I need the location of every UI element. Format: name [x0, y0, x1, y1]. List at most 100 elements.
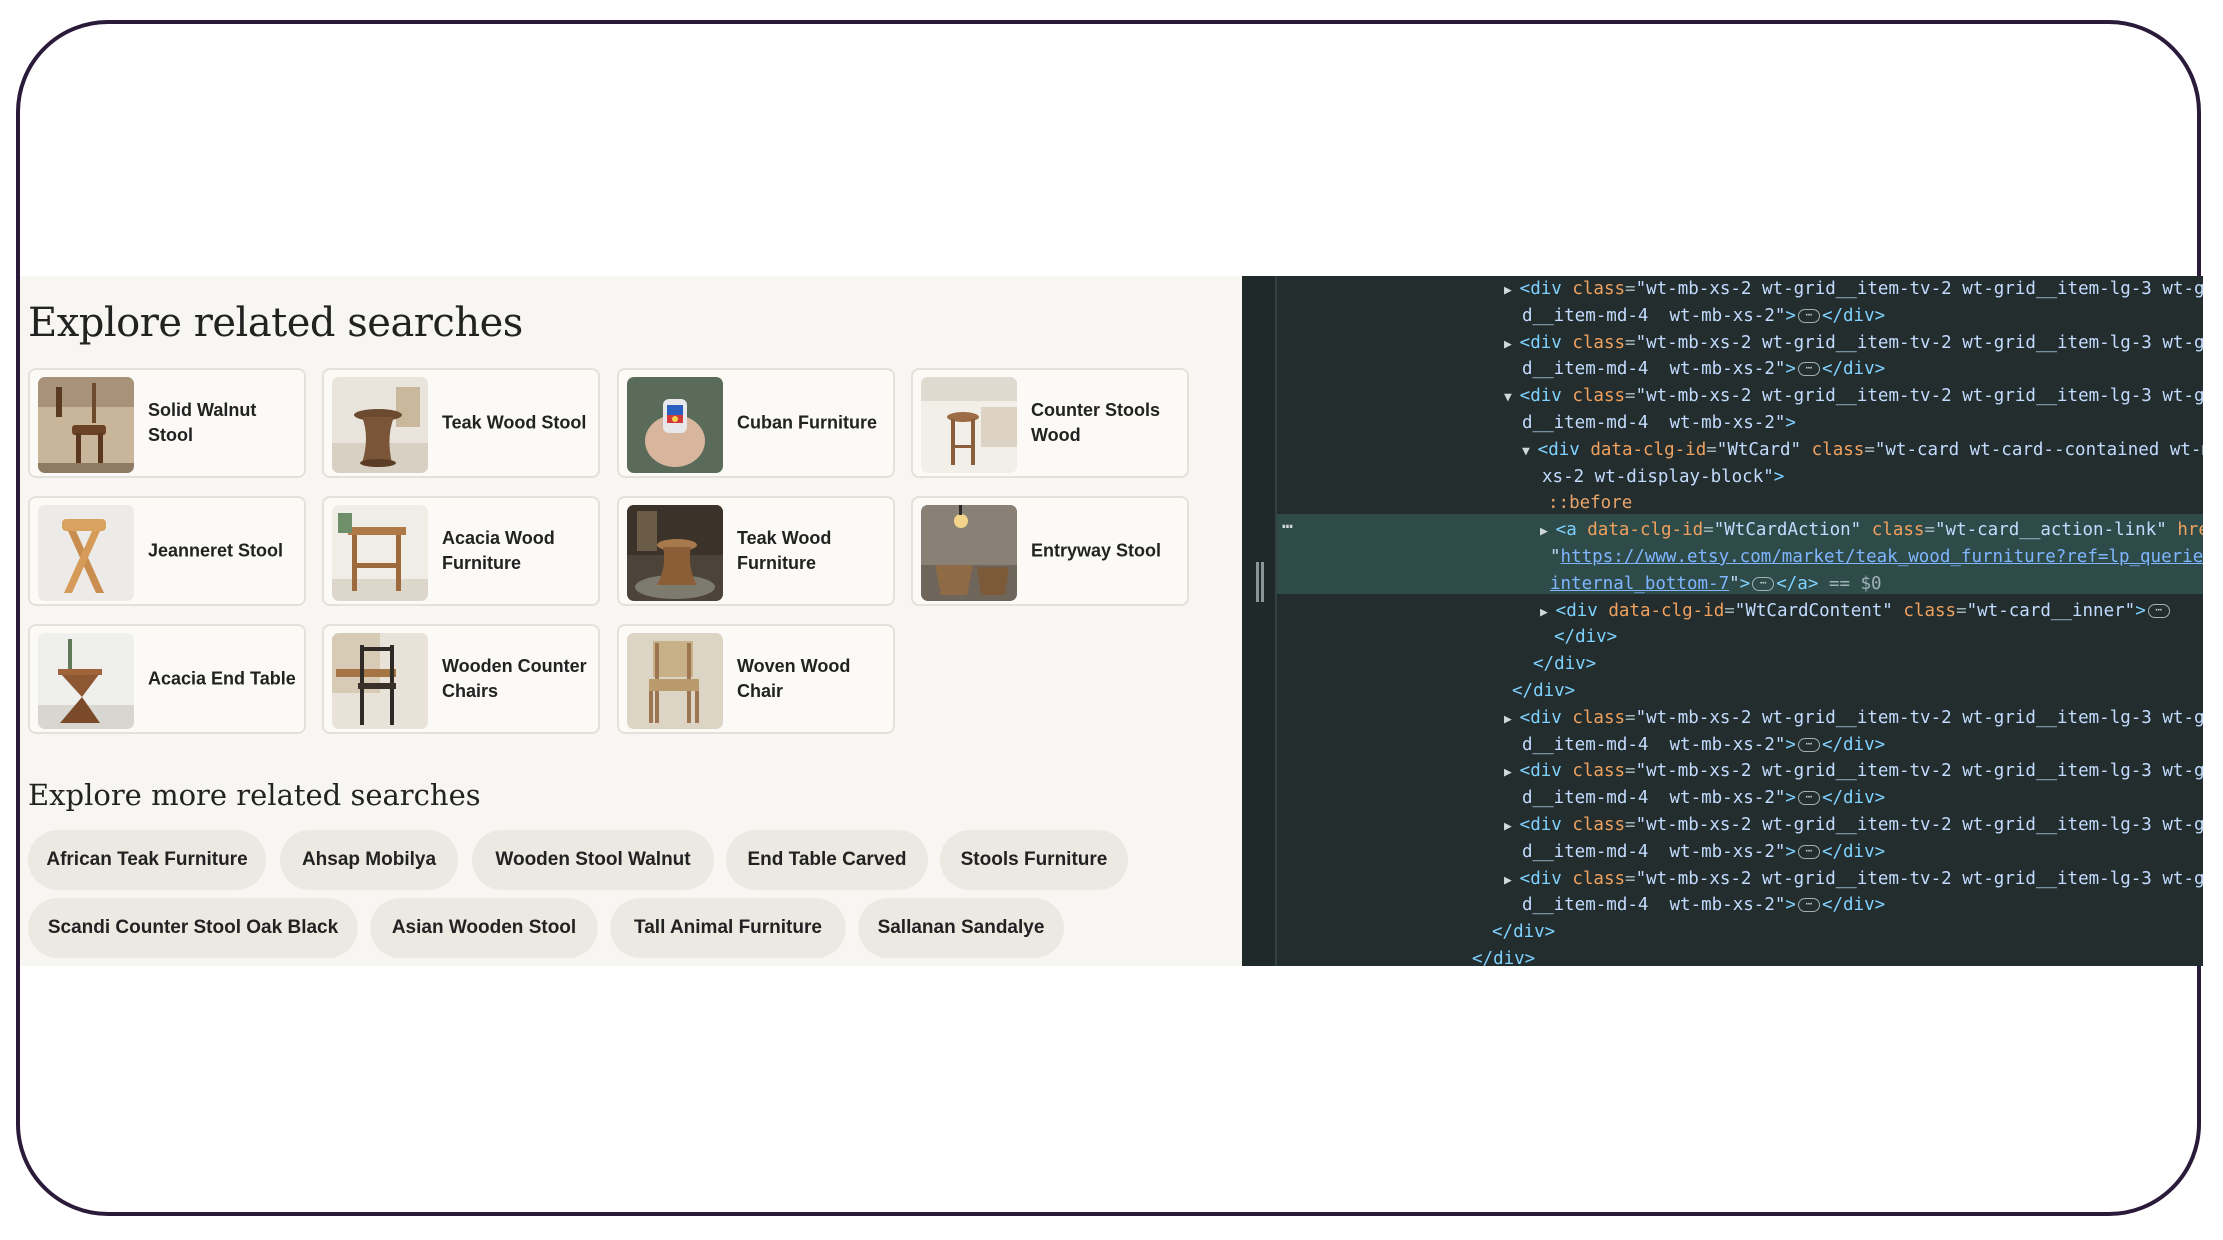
code-token: <div	[1519, 332, 1573, 353]
card-label: Acacia End Table	[148, 668, 296, 689]
dom-line[interactable]: ▶ <div class="wt-mb-xs-2 wt-grid__item-t…	[1504, 812, 2203, 840]
code-token: =	[1625, 761, 1636, 782]
dom-line[interactable]: ▶ <div class="wt-mb-xs-2 wt-grid__item-t…	[1504, 330, 2203, 358]
dom-line[interactable]: d__item-md-4 wt-mb-xs-2"> ⋯ </div>	[1522, 785, 1885, 811]
code-token: </div>	[1512, 681, 1576, 701]
search-chip[interactable]: Ahsap Mobilya	[280, 830, 458, 890]
collapsed-ellipsis-icon[interactable]: ⋯	[1797, 898, 1820, 913]
dom-line[interactable]: ::before	[1548, 490, 1632, 516]
card-label: Jeanneret Stool	[148, 540, 284, 561]
collapse-triangle-icon[interactable]: ▶	[1540, 605, 1556, 620]
dom-line[interactable]: d__item-md-4 wt-mb-xs-2"> ⋯ </div>	[1522, 303, 1885, 329]
collapsed-ellipsis-icon[interactable]: ⋯	[1752, 576, 1775, 591]
search-chip[interactable]: African Teak Furniture	[28, 830, 266, 890]
code-token: "wt-mb-xs-2 wt-grid__item-tv-2 wt-grid__…	[1635, 332, 2203, 353]
code-token: >	[2135, 600, 2146, 621]
code-token: d__item-md-4 wt-mb-xs-2"	[1522, 305, 1786, 326]
dom-line[interactable]: </div>	[1492, 919, 1555, 945]
dom-line[interactable]: d__item-md-4 wt-mb-xs-2"> ⋯ </div>	[1522, 892, 1885, 918]
code-token: class	[1811, 439, 1865, 460]
search-chip[interactable]: Wooden Stool Walnut	[472, 830, 714, 890]
related-card[interactable]: Teak Wood Furniture	[617, 496, 895, 606]
related-card[interactable]: Woven Wood Chair	[617, 624, 895, 734]
collapse-triangle-icon[interactable]: ▶	[1540, 524, 1556, 539]
devtools-elements-panel: … ▶ <div class="wt-mb-xs-2 wt-grid__item…	[1242, 276, 2203, 966]
code-token: =	[1924, 520, 1935, 541]
dom-line[interactable]: "https://www.etsy.com/market/teak_wood_f…	[1550, 544, 2203, 570]
collapsed-ellipsis-icon[interactable]: ⋯	[1797, 362, 1820, 377]
related-card[interactable]: Teak Wood Stool	[322, 368, 600, 478]
dom-line[interactable]: d__item-md-4 wt-mb-xs-2">	[1522, 410, 1796, 436]
dom-line[interactable]: ▶ <div data-clg-id="WtCardContent" class…	[1540, 598, 2172, 626]
related-card[interactable]: Counter Stools Wood	[911, 368, 1189, 478]
search-chip[interactable]: Tall Animal Furniture	[610, 898, 846, 958]
dom-line[interactable]: </div>	[1472, 946, 1535, 966]
collapsed-ellipsis-icon[interactable]: ⋯	[1797, 844, 1820, 859]
collapsed-ellipsis-icon[interactable]: ⋯	[2147, 603, 2170, 618]
collapse-triangle-icon[interactable]: ▶	[1504, 765, 1520, 780]
dom-line[interactable]: ▶ <a data-clg-id="WtCardAction" class="w…	[1540, 517, 2203, 545]
related-card[interactable]: Jeanneret Stool	[28, 496, 306, 606]
code-token: "wt-mb-xs-2 wt-grid__item-tv-2 wt-grid__…	[1635, 386, 2203, 407]
collapsed-ellipsis-icon[interactable]: ⋯	[1797, 308, 1820, 323]
code-token: "wt-mb-xs-2 wt-grid__item-tv-2 wt-grid__…	[1635, 279, 2203, 299]
chair-photo-icon	[627, 633, 723, 729]
pseudo-element[interactable]: ::before	[1548, 493, 1632, 513]
collapse-triangle-icon[interactable]: ▶	[1504, 712, 1520, 727]
related-card[interactable]: Cuban Furniture	[617, 368, 895, 478]
dom-line[interactable]: ▶ <div class="wt-mb-xs-2 wt-grid__item-t…	[1504, 276, 2203, 304]
code-token: =	[1625, 868, 1636, 889]
collapse-triangle-icon[interactable]: ▶	[1504, 819, 1520, 834]
expand-triangle-icon[interactable]: ▼	[1522, 444, 1538, 459]
related-card[interactable]: Acacia End Table	[28, 624, 306, 734]
related-card[interactable]: Entryway Stool	[911, 496, 1189, 606]
related-searches-panel: Explore related searches Solid Walnut St…	[20, 276, 1242, 966]
code-token: </div>	[1821, 841, 1886, 862]
more-options-icon[interactable]: …	[1282, 512, 1293, 533]
related-card[interactable]: Solid Walnut Stool	[28, 368, 306, 478]
resize-handle-icon[interactable]	[1256, 562, 1264, 602]
card-label: Teak Wood Stool	[442, 412, 587, 433]
collapsed-ellipsis-icon[interactable]: ⋯	[1797, 737, 1820, 752]
code-token: d__item-md-4 wt-mb-xs-2"	[1522, 895, 1786, 916]
dom-line[interactable]: ▶ <div class="wt-mb-xs-2 wt-grid__item-t…	[1504, 758, 2203, 786]
dom-line[interactable]: ▶ <div class="wt-mb-xs-2 wt-grid__item-t…	[1504, 705, 2203, 733]
dom-line[interactable]: ▶ <div class="wt-mb-xs-2 wt-grid__item-t…	[1504, 866, 2203, 894]
code-token: <div	[1519, 279, 1573, 299]
collapse-triangle-icon[interactable]: ▶	[1504, 873, 1520, 888]
search-chip[interactable]: Sallanan Sandalye	[858, 898, 1064, 958]
href-link[interactable]: internal_bottom-7	[1550, 574, 1729, 594]
collapse-triangle-icon[interactable]: ▶	[1504, 283, 1520, 298]
related-card[interactable]: Wooden Counter Chairs	[322, 624, 600, 734]
code-token: "wt-mb-xs-2 wt-grid__item-tv-2 wt-grid__…	[1635, 815, 2203, 835]
card-label: Entryway Stool	[1031, 540, 1162, 561]
collapse-triangle-icon[interactable]: ▶	[1504, 337, 1520, 352]
code-token: >	[1773, 466, 1785, 487]
dom-line[interactable]: d__item-md-4 wt-mb-xs-2"> ⋯ </div>	[1522, 732, 1885, 758]
code-token: <a	[1555, 520, 1588, 541]
card-label: Cuban Furniture	[737, 412, 877, 433]
expand-triangle-icon[interactable]: ▼	[1504, 390, 1520, 405]
search-chip[interactable]: Stools Furniture	[940, 830, 1128, 890]
dom-line[interactable]: ▼ <div class="wt-mb-xs-2 wt-grid__item-t…	[1504, 383, 2203, 411]
search-chip[interactable]: Scandi Counter Stool Oak Black	[28, 898, 358, 958]
code-token: =	[1724, 600, 1735, 621]
search-chip[interactable]: End Table Carved	[726, 830, 928, 890]
dom-line[interactable]: d__item-md-4 wt-mb-xs-2"> ⋯ </div>	[1522, 839, 1885, 865]
dom-line[interactable]: xs-2 wt-display-block">	[1542, 464, 1784, 490]
href-link[interactable]: https://www.etsy.com/market/teak_wood_fu…	[1561, 547, 2203, 567]
stool-photo-icon	[332, 377, 428, 473]
dom-line[interactable]: </div>	[1512, 678, 1575, 704]
dom-line[interactable]: </div>	[1554, 624, 1617, 650]
related-card[interactable]: Acacia Wood Furniture	[322, 496, 600, 606]
code-token: >	[1785, 788, 1796, 809]
collapsed-ellipsis-icon[interactable]: ⋯	[1797, 791, 1820, 806]
code-token: =	[1625, 279, 1636, 299]
dom-line[interactable]: </div>	[1533, 651, 1596, 677]
dom-line[interactable]: ▼ <div data-clg-id="WtCard" class="wt-ca…	[1522, 437, 2203, 465]
code-token: class	[1572, 761, 1626, 782]
search-chip[interactable]: Asian Wooden Stool	[370, 898, 598, 958]
dom-line[interactable]: internal_bottom-7"> ⋯ </a> == $0	[1550, 571, 1882, 597]
dom-line[interactable]: d__item-md-4 wt-mb-xs-2"> ⋯ </div>	[1522, 356, 1885, 382]
code-token: class	[1572, 386, 1626, 407]
